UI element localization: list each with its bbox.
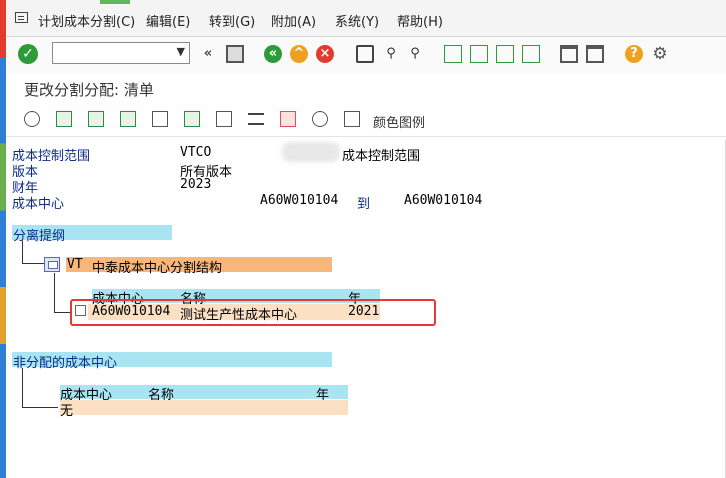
last-page-icon[interactable] [522, 45, 540, 63]
expand-icon[interactable] [248, 113, 264, 125]
next-page-icon[interactable] [496, 45, 514, 63]
command-field[interactable]: ▼ [52, 42, 190, 64]
tree-line [22, 241, 23, 264]
label-cost-center: 成本中心 [12, 197, 65, 212]
redacted-text [282, 142, 340, 162]
highlight-box [70, 299, 436, 326]
menu-icon[interactable] [15, 12, 28, 23]
print-icon[interactable] [356, 45, 374, 63]
legend-icon[interactable] [344, 111, 360, 127]
previous-page-icon[interactable] [470, 45, 488, 63]
controlling-area-name: 成本控制范围 [342, 149, 421, 164]
enter-check-icon[interactable]: ✓ [18, 44, 38, 64]
tree-line [22, 263, 44, 264]
deselect-all-icon[interactable] [120, 111, 136, 127]
value-cost-center-from: A60W010104 [260, 193, 339, 208]
color-legend-button[interactable]: 颜色图例 [373, 112, 425, 131]
find-next-icon[interactable]: ⚲ [406, 45, 424, 63]
tree-line [22, 368, 23, 408]
unassign-icon[interactable] [216, 111, 232, 127]
value-fiscal-year: 2023 [180, 177, 212, 192]
structure-folder-icon[interactable] [44, 257, 60, 272]
zoom-icon[interactable] [312, 111, 328, 127]
back-icon[interactable]: « [264, 45, 282, 63]
structure-name[interactable]: 中泰成本中心分割结构 [92, 257, 222, 276]
menu-edit[interactable]: 编辑(E) [146, 11, 190, 30]
application-toolbar: 颜色图例 [6, 104, 726, 137]
save-icon[interactable] [226, 45, 244, 63]
gear-icon[interactable]: ⚙ [651, 45, 669, 63]
cancel-icon[interactable]: × [316, 45, 334, 63]
menu-plan-cost-split[interactable]: 计划成本分割(C) [38, 11, 135, 30]
standard-toolbar: ✓ ▼ « « ^ × ⚲ ⚲ ? ⚙ [6, 37, 726, 73]
empty-row [60, 400, 348, 415]
chevron-down-icon[interactable]: ▼ [177, 45, 185, 58]
shortcut-icon[interactable] [586, 45, 604, 63]
value-cost-center-to: A60W010104 [404, 193, 483, 208]
exit-icon[interactable]: ^ [290, 45, 308, 63]
find-icon[interactable]: ⚲ [382, 45, 400, 63]
select-block-icon[interactable] [152, 111, 168, 127]
tree-line [54, 273, 55, 313]
menu-bar: 计划成本分割(C) 编辑(E) 转到(G) 附加(A) 系统(Y) 帮助(H) [6, 0, 726, 37]
structure-code[interactable]: VT [67, 257, 83, 272]
section-title-assigned[interactable]: 分离提纲 [13, 225, 65, 244]
menu-extras[interactable]: 附加(A) [271, 11, 316, 30]
menu-help[interactable]: 帮助(H) [397, 11, 443, 30]
hierarchy-icon[interactable] [56, 111, 72, 127]
empty-text: 无 [60, 404, 74, 419]
color-icon[interactable] [280, 111, 296, 127]
window-accent [100, 0, 130, 4]
value-controlling-area: VTCO [180, 145, 212, 160]
menu-goto[interactable]: 转到(G) [209, 11, 255, 30]
display-change-icon[interactable] [24, 111, 40, 127]
first-page-icon[interactable] [444, 45, 462, 63]
label-to: 到 [357, 197, 371, 212]
assign-icon[interactable] [184, 111, 200, 127]
section-title-unassigned[interactable]: 非分配的成本中心 [13, 352, 117, 371]
page-title: 更改分割分配: 清单 [24, 81, 154, 99]
tree-line [22, 407, 58, 408]
select-all-icon[interactable] [88, 111, 104, 127]
double-left-arrow-icon[interactable]: « [199, 45, 217, 63]
new-session-icon[interactable] [560, 45, 578, 63]
menu-system[interactable]: 系统(Y) [335, 11, 379, 30]
help-icon[interactable]: ? [625, 45, 643, 63]
